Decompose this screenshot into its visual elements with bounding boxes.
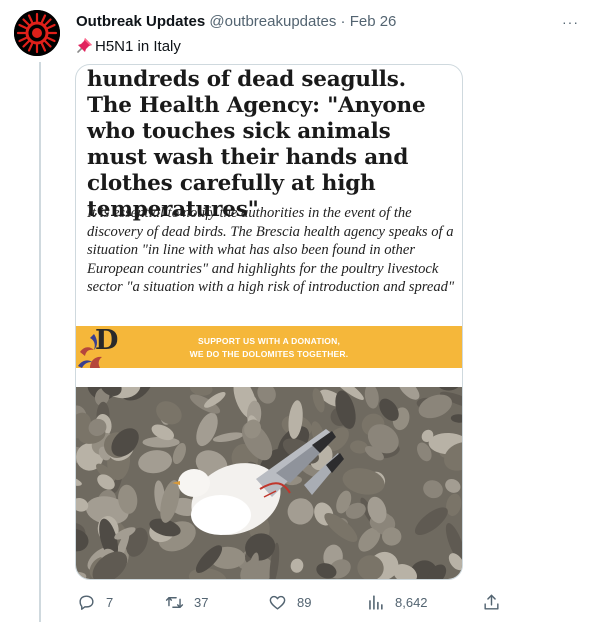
pushpin-icon <box>77 38 92 53</box>
tweet-text-content: H5N1 in Italy <box>95 38 181 55</box>
author-name[interactable]: Outbreak Updates <box>76 13 205 30</box>
share-button[interactable] <box>482 590 511 614</box>
like-count: 89 <box>297 594 312 610</box>
views-icon <box>369 594 383 610</box>
banner-line-2: WE DO THE DOLOMITES TOGETHER. <box>189 349 349 359</box>
retweet-count: 37 <box>194 594 209 610</box>
tweet-header: Outbreak Updates @outbreakupdates · Feb … <box>76 13 396 30</box>
banner-logo-letter: D <box>95 326 118 356</box>
views-count: 8,642 <box>395 594 428 610</box>
views-button[interactable]: 8,642 <box>366 590 428 614</box>
banner-line-1: SUPPORT US WITH A DONATION, <box>197 336 341 346</box>
like-button[interactable]: 89 <box>268 590 311 614</box>
action-bar: 7 37 89 8,642 <box>0 590 598 614</box>
thread-line <box>39 62 41 622</box>
virus-logo-icon <box>14 10 60 56</box>
like-icon <box>269 595 286 610</box>
banner-text: SUPPORT US WITH A DONATION, WE DO THE DO… <box>124 335 414 361</box>
retweet-button[interactable]: 37 <box>165 590 208 614</box>
tweet-text: H5N1 in Italy <box>76 36 181 55</box>
media-card[interactable]: hundreds of dead seagulls. The Health Ag… <box>75 64 463 580</box>
retweet-icon <box>165 596 184 608</box>
avatar[interactable] <box>14 10 60 56</box>
article-headline: hundreds of dead seagulls. The Health Ag… <box>87 67 426 222</box>
article-subtext: It is essential to notify the authoritie… <box>87 205 455 295</box>
separator: · <box>340 13 346 30</box>
reply-icon <box>79 594 94 610</box>
share-icon <box>484 594 499 610</box>
donation-banner: D SUPPORT US WITH A DONATION, WE DO THE … <box>76 326 462 368</box>
reply-button[interactable]: 7 <box>77 590 113 614</box>
tweet-date[interactable]: Feb 26 <box>350 13 397 30</box>
more-icon[interactable]: ··· <box>562 14 579 30</box>
author-handle[interactable]: @outbreakupdates <box>209 13 336 30</box>
reply-count: 7 <box>106 594 114 610</box>
dead-seagull-photo <box>76 387 462 579</box>
